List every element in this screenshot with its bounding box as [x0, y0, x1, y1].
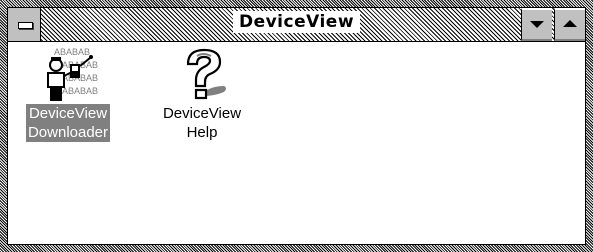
- maximize-arrow-icon: [563, 20, 577, 27]
- downloader-icon: ABABAB ABABAB ABABAB ABABAB: [47, 47, 98, 101]
- window-title-text: DeviceView: [232, 11, 361, 33]
- help-question-icon: [186, 48, 226, 100]
- downloader-label-line2: Downloader: [27, 124, 109, 141]
- downloader-label-line1: DeviceView: [28, 105, 108, 122]
- help-label-line1: DeviceView: [162, 105, 242, 122]
- downloader-icon-text-1: ABABAB: [54, 47, 90, 57]
- title-bar[interactable]: DeviceView: [8, 8, 585, 42]
- minimize-button[interactable]: [521, 8, 552, 41]
- deviceview-window: DeviceView ABABAB ABABAB ABABAB ABABAB D…: [0, 0, 593, 252]
- downloader-program-item[interactable]: ABABAB ABABAB ABABAB ABABAB DeviceView D…: [8, 46, 128, 142]
- window-title: DeviceView: [8, 11, 585, 33]
- maximize-button[interactable]: [554, 8, 585, 41]
- minimize-arrow-icon: [530, 21, 544, 28]
- help-label: DeviceView Help: [161, 104, 243, 142]
- program-group-area: ABABAB ABABAB ABABAB ABABAB DeviceView D…: [8, 42, 585, 244]
- downloader-label: DeviceView Downloader: [25, 104, 111, 142]
- help-program-item[interactable]: DeviceView Help: [142, 46, 262, 142]
- downloader-icon-text-4: ABABAB: [62, 86, 98, 96]
- help-label-line2: Help: [186, 124, 218, 141]
